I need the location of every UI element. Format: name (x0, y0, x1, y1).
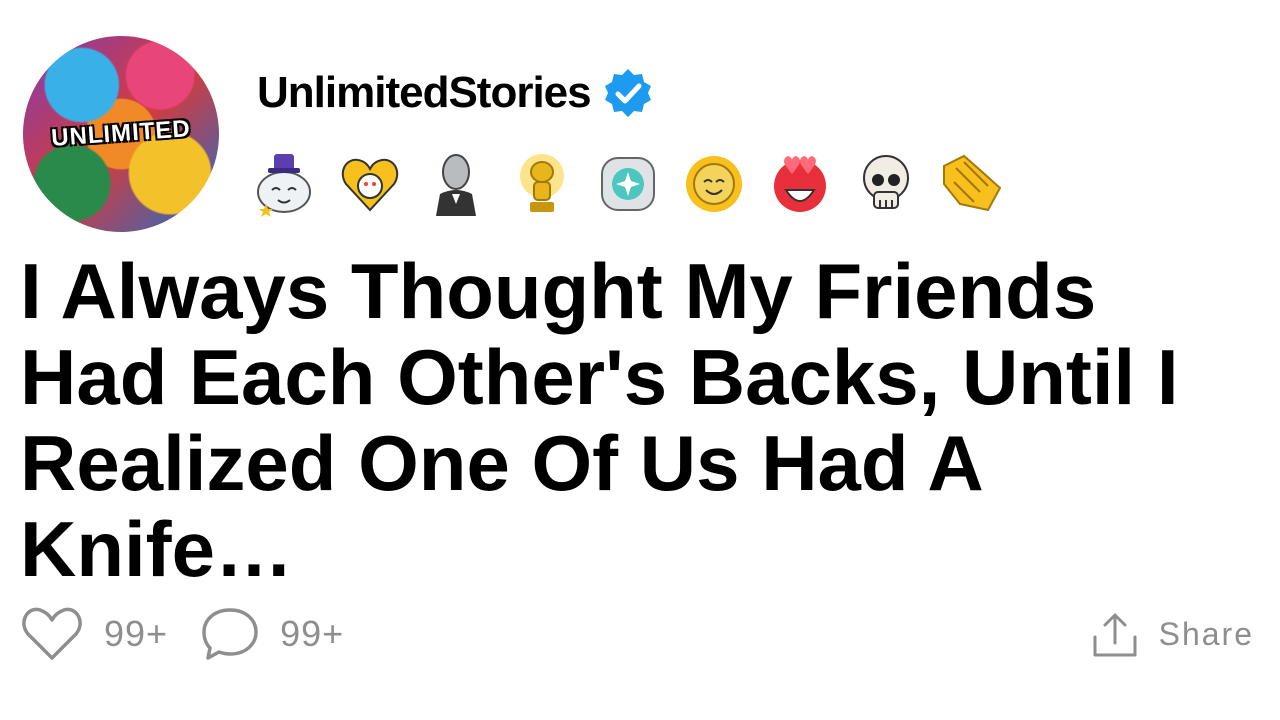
share-upload-icon (1093, 613, 1137, 657)
avatar-logo-text: UNLIMITED (50, 115, 192, 152)
comment-bubble-icon (202, 608, 258, 660)
like-count: 99+ (104, 613, 169, 654)
username[interactable]: UnlimitedStories (257, 67, 592, 119)
user-header: UnlimitedStories (257, 66, 655, 120)
heart-award-icon[interactable] (338, 148, 402, 218)
post-title[interactable]: I Always Thought My Friends Had Each Oth… (20, 248, 1260, 592)
platinum-award-icon[interactable] (596, 148, 660, 218)
like-button[interactable]: 99+ (20, 606, 168, 662)
awards-row (252, 148, 1004, 218)
sun-smile-award-icon[interactable] (682, 148, 746, 218)
comment-button[interactable]: 99+ (200, 606, 344, 662)
post-actions-bar: 99+ 99+ Share (20, 604, 1254, 664)
heart-eyes-award-icon[interactable] (768, 148, 832, 218)
wholesome-award-icon[interactable] (252, 148, 316, 218)
heart-icon (22, 607, 82, 660)
handshake-award-icon[interactable] (940, 148, 1004, 218)
share-button[interactable]: Share (1091, 609, 1254, 659)
share-label: Share (1158, 615, 1254, 652)
gold-trophy-award-icon[interactable] (510, 148, 574, 218)
skull-award-icon[interactable] (854, 148, 918, 218)
comment-count: 99+ (280, 613, 345, 654)
avatar[interactable]: UNLIMITED (23, 36, 219, 232)
gentleman-award-icon[interactable] (424, 148, 488, 218)
verified-check-icon (604, 69, 651, 117)
